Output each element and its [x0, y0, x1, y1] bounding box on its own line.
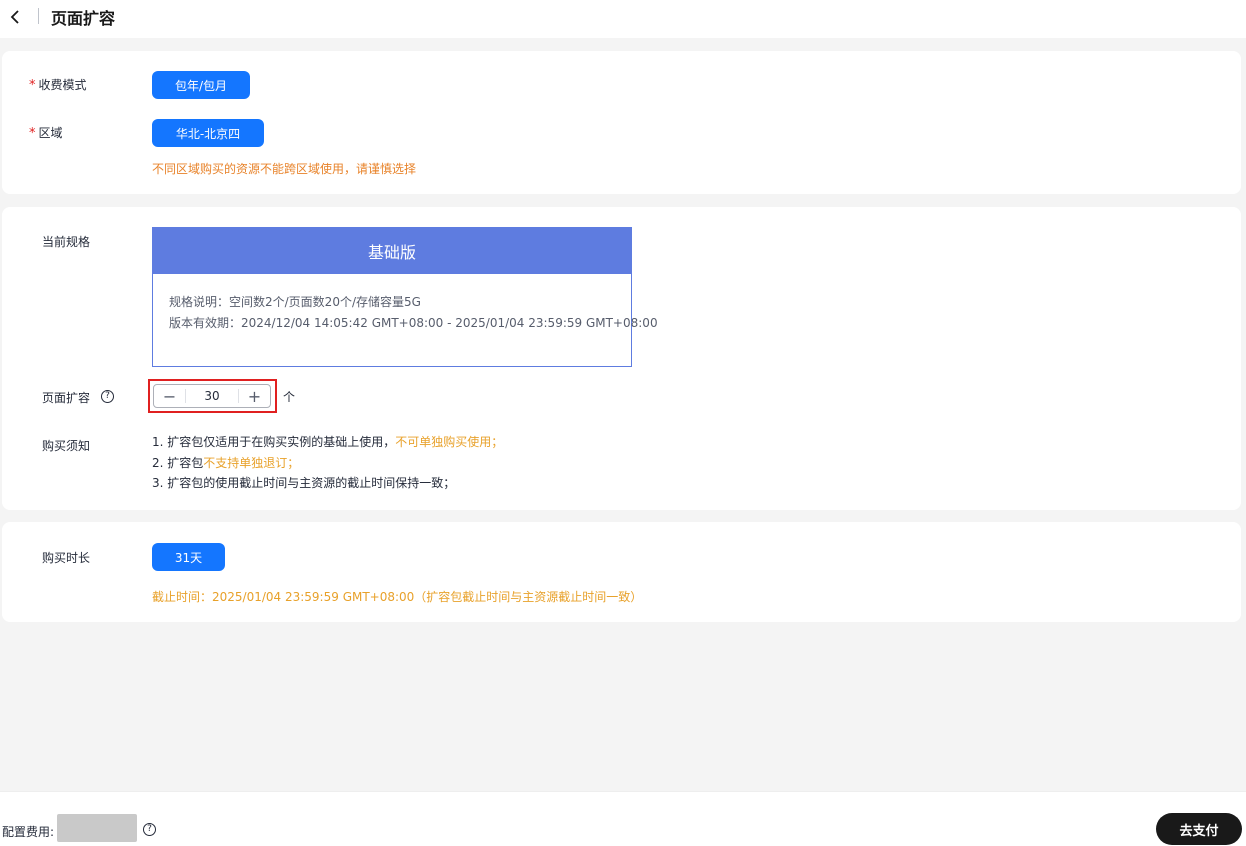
end-time-note: 截止时间：2025/01/04 23:59:59 GMT+08:00（扩容包截止… — [152, 590, 643, 604]
spec-edition: 基础版 — [153, 228, 631, 274]
back-button[interactable] — [9, 9, 21, 25]
quantity-stepper: − + — [153, 384, 271, 408]
current-spec-label: 当前规格 — [42, 235, 91, 249]
increment-button[interactable]: + — [239, 385, 270, 407]
page-expansion-label: 页面扩容 — [42, 391, 91, 405]
notice-line-2: 2. 扩容包不支持单独退订； — [152, 454, 299, 471]
purchase-duration-label: 购买时长 — [42, 551, 91, 565]
notice-line-3: 3. 扩容包的使用截止时间与主资源的截止时间保持一致； — [152, 476, 456, 490]
page-title: 页面扩容 — [51, 9, 116, 28]
notice-line-2-text: 2. 扩容包 — [152, 456, 204, 470]
notice-line-1: 1. 扩容包仅适用于在购买实例的基础上使用，不可单独购买使用； — [152, 433, 503, 450]
config-fee-value — [57, 814, 137, 842]
region-label: * 区域 — [29, 124, 63, 141]
header-divider — [38, 8, 39, 24]
notice-line-1-text: 1. 扩容包仅适用于在购买实例的基础上使用， — [152, 435, 396, 449]
pay-button[interactable]: 去支付 — [1156, 813, 1242, 845]
footer-bar: 配置费用: ? 去支付 — [0, 791, 1246, 846]
notice-line-1-highlight: 不可单独购买使用； — [395, 435, 504, 449]
region-label-text: 区域 — [38, 126, 63, 140]
chevron-left-icon — [10, 10, 19, 24]
duration-card: 购买时长 31天 截止时间：2025/01/04 23:59:59 GMT+08… — [2, 522, 1241, 622]
region-tip: 不同区域购买的资源不能跨区域使用，请谨慎选择 — [152, 162, 417, 176]
spec-card: 当前规格 基础版 规格说明：空间数2个/页面数20个/存储容量5G 版本有效期：… — [2, 207, 1241, 510]
config-fee-label: 配置费用: — [2, 825, 55, 839]
duration-option[interactable]: 31天 — [152, 543, 225, 571]
required-mark: * — [29, 126, 36, 141]
billing-mode-label: * 收费模式 — [29, 76, 87, 93]
stepper-highlight-frame: − + — [148, 379, 277, 413]
purchase-notice-label: 购买须知 — [42, 439, 91, 453]
decrement-button[interactable]: − — [154, 385, 185, 407]
billing-mode-option[interactable]: 包年/包月 — [152, 71, 250, 99]
region-option[interactable]: 华北-北京四 — [152, 119, 264, 147]
question-circle-icon[interactable]: ? — [101, 390, 114, 403]
spec-description: 规格说明：空间数2个/页面数20个/存储容量5G — [169, 295, 421, 309]
required-mark: * — [29, 78, 36, 93]
spec-panel: 基础版 规格说明：空间数2个/页面数20个/存储容量5G 版本有效期：2024/… — [152, 227, 658, 367]
quantity-unit: 个 — [283, 390, 296, 404]
notice-line-2-highlight: 不支持单独退订； — [203, 456, 300, 470]
billing-region-card: * 收费模式 包年/包月 * 区域 华北-北京四 不同区域购买的资源不能跨区域使用，… — [2, 51, 1241, 194]
billing-mode-label-text: 收费模式 — [38, 78, 87, 92]
question-circle-icon[interactable]: ? — [143, 823, 156, 836]
page-header: 页面扩容 — [0, 0, 1246, 38]
spec-validity: 版本有效期：2024/12/04 14:05:42 GMT+08:00 - 20… — [169, 316, 658, 330]
quantity-input[interactable] — [186, 385, 238, 407]
